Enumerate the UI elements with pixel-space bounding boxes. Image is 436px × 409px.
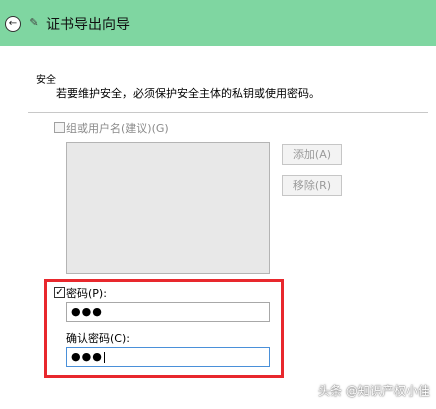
back-arrow-icon[interactable]: ← — [5, 16, 21, 32]
remove-button[interactable]: 移除(R) — [282, 175, 342, 196]
confirm-password-input[interactable]: ●●● — [66, 347, 270, 367]
confirm-password-label: 确认密码(C): — [66, 332, 130, 345]
title-bar: ← ✎ 证书导出向导 — [0, 0, 436, 46]
confirm-password-value: ●●● — [71, 350, 103, 363]
wizard-title: 证书导出向导 — [46, 17, 130, 33]
divider — [28, 112, 428, 113]
group-checkbox-label: 组或用户名(建议)(G) — [66, 122, 169, 135]
group-user-listbox[interactable] — [66, 142, 270, 274]
password-label: 密码(P): — [66, 287, 107, 300]
add-button[interactable]: 添加(A) — [282, 144, 342, 165]
certificate-wizard-icon: ✎ — [29, 16, 39, 29]
text-caret — [103, 351, 105, 363]
password-value: ●●● — [71, 305, 103, 318]
security-heading: 安全 — [36, 75, 56, 86]
password-checkbox[interactable]: ✓ — [54, 287, 65, 298]
password-input[interactable]: ●●● — [66, 302, 270, 322]
watermark: 头条 @知识产权小佳 — [318, 384, 430, 398]
group-checkbox[interactable] — [54, 122, 65, 133]
security-description: 若要维护安全，必须保护安全主体的私钥或使用密码。 — [56, 87, 320, 100]
